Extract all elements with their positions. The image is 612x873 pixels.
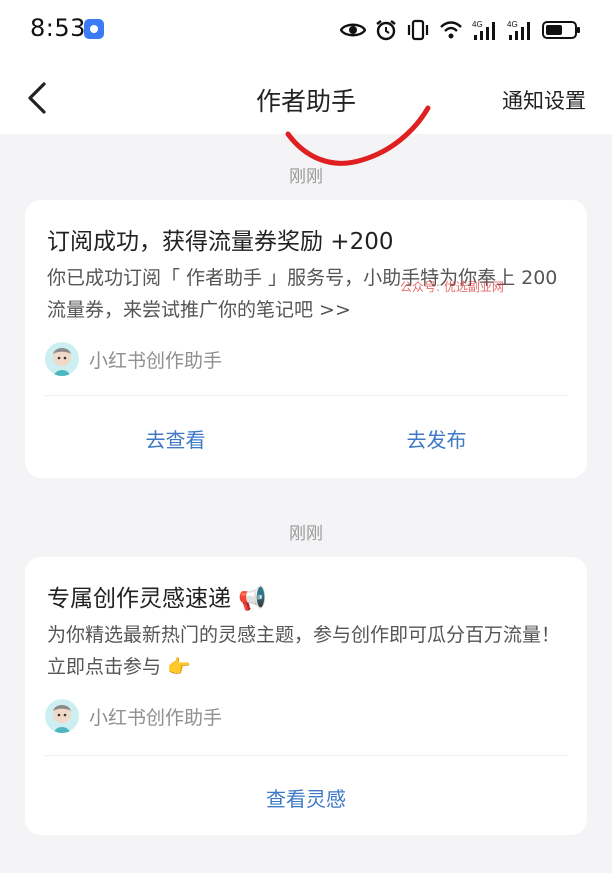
message-sender: 小红书创作助手 bbox=[45, 699, 222, 733]
message-title: 订阅成功，获得流量券奖励 +200 bbox=[47, 229, 394, 255]
message-body: 你已成功订阅「 作者助手 」服务号，小助手特为你奉上 200 流量券，来尝试推广… bbox=[47, 267, 558, 321]
signal-4g-icon: 4G bbox=[507, 20, 530, 40]
card-divider bbox=[45, 395, 567, 396]
message-card[interactable]: 订阅成功，获得流量券奖励 +200 你已成功订阅「 作者助手 」服务号，小助手特… bbox=[25, 200, 587, 478]
message-timestamp: 刚刚 bbox=[289, 167, 323, 187]
message-card[interactable]: 专属创作灵感速递 📢 为你精选最新热门的灵感主题，参与创作即可瓜分百万流量！ 立… bbox=[25, 557, 587, 835]
vibrate-icon bbox=[407, 19, 429, 41]
message-title: 专属创作灵感速递 📢 bbox=[47, 586, 267, 612]
message-body: 为你精选最新热门的灵感主题，参与创作即可瓜分百万流量！ 立即点击参与 👉 bbox=[47, 624, 561, 678]
view-button[interactable]: 去查看 bbox=[45, 424, 306, 453]
alarm-icon bbox=[376, 20, 396, 41]
card-divider bbox=[45, 755, 567, 756]
app-notification-icon bbox=[84, 19, 104, 39]
sender-avatar bbox=[45, 699, 79, 733]
publish-button[interactable]: 去发布 bbox=[306, 424, 567, 453]
battery-icon bbox=[542, 21, 580, 39]
eye-icon bbox=[340, 23, 366, 37]
wifi-icon bbox=[440, 21, 462, 39]
signal-4g-icon: 4G bbox=[472, 20, 495, 40]
notification-settings-link[interactable]: 通知设置 bbox=[502, 85, 586, 115]
status-bar: 8:53 4G 4G bbox=[0, 0, 612, 62]
status-icons: 4G 4G bbox=[340, 16, 582, 44]
svg-text:4G: 4G bbox=[472, 20, 483, 29]
nav-bar: 作者助手 通知设置 bbox=[0, 62, 612, 134]
view-inspiration-button[interactable]: 查看灵感 bbox=[45, 783, 567, 812]
sender-avatar bbox=[45, 342, 79, 376]
sender-name: 小红书创作助手 bbox=[89, 349, 223, 372]
message-sender: 小红书创作助手 bbox=[45, 342, 222, 376]
svg-text:4G: 4G bbox=[507, 20, 518, 29]
message-timestamp: 刚刚 bbox=[289, 524, 323, 544]
sender-name: 小红书创作助手 bbox=[89, 706, 223, 729]
status-time: 8:53 bbox=[30, 14, 86, 42]
